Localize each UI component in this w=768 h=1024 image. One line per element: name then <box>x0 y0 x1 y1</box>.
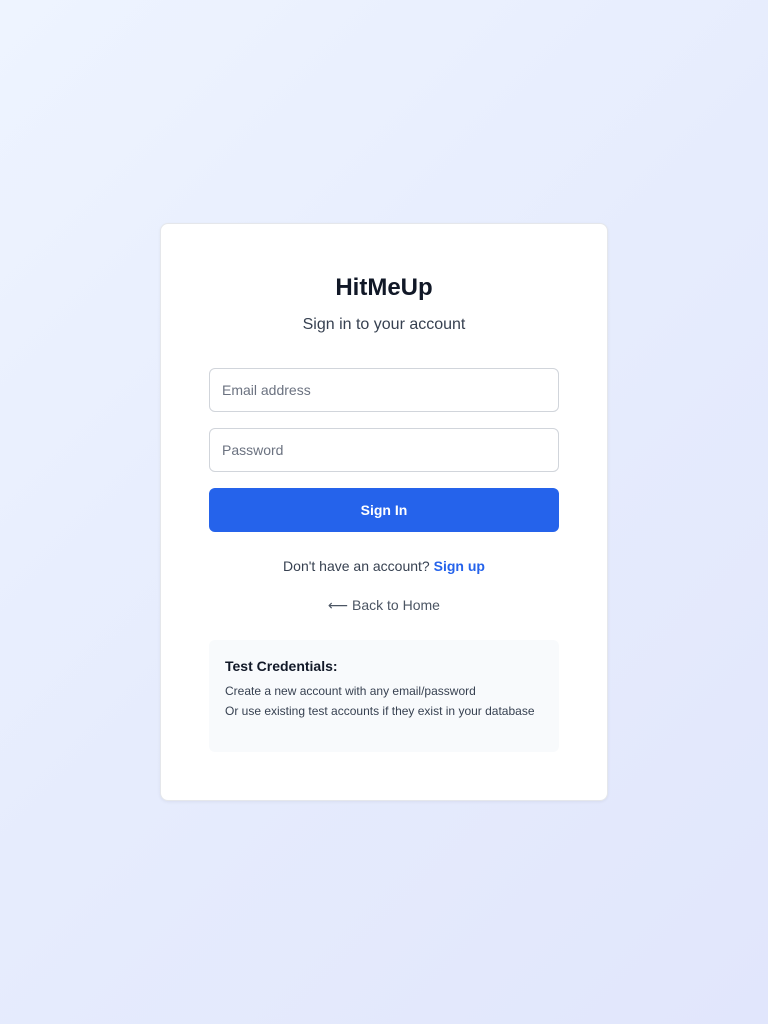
page-subtitle: Sign in to your account <box>302 316 466 333</box>
email-input[interactable] <box>209 368 559 412</box>
sign-up-link[interactable]: Sign up <box>434 558 485 574</box>
test-credentials-line: Create a new account with any email/pass… <box>225 684 476 698</box>
back-home-row: ⟵ Back to Home <box>161 595 607 615</box>
sign-in-button[interactable]: Sign In <box>209 488 559 532</box>
test-credentials-box: Test Credentials: Create a new account w… <box>209 640 559 752</box>
back-to-home-label: Back to Home <box>352 597 440 613</box>
app-title: HitMeUp <box>335 274 433 301</box>
test-credentials-line: Or use existing test accounts if they ex… <box>225 704 535 718</box>
signup-prompt-row: Don't have an account? Sign up <box>161 556 607 576</box>
password-input[interactable] <box>209 428 559 472</box>
left-arrow-icon: ⟵ <box>328 597 349 613</box>
login-card: HitMeUp Sign in to your account Sign In … <box>160 223 608 801</box>
signup-prompt-text: Don't have an account? <box>283 558 430 574</box>
test-credentials-title: Test Credentials: <box>225 658 338 674</box>
back-to-home-link[interactable]: ⟵ Back to Home <box>328 597 440 613</box>
